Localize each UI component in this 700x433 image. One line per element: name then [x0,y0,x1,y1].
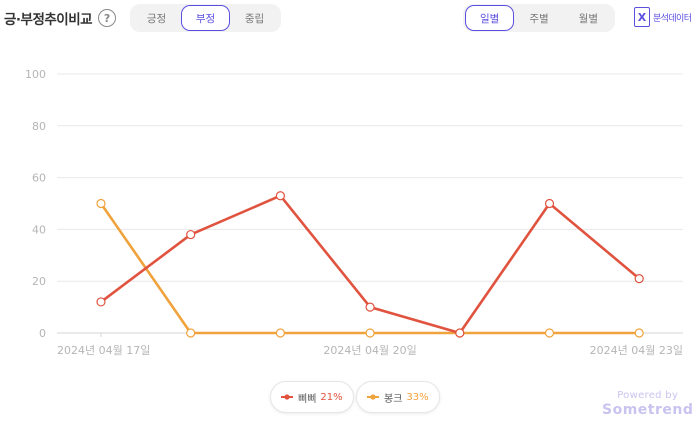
data-point-series-1 [186,229,196,240]
data-point-series-2 [634,328,644,338]
x-tick-label: 2024년 04월 17일 [57,343,150,357]
series-line-1 [100,194,641,335]
legend-percent-series-2: 33% [406,391,429,403]
sometrend-branding: Powered by Sometrend [602,390,693,418]
powered-by-label: Powered by [617,390,679,401]
data-point-series-2 [275,328,285,338]
x-tick-label: 2024년 04월 23일 [590,343,683,357]
legend-item-series-2[interactable]: 봉크 33% [356,381,440,413]
brand-logo-text: Sometrend [602,402,694,418]
data-point-series-2 [544,328,555,338]
y-tick-label: 60 [32,172,46,185]
data-point-series-1 [96,297,106,307]
data-point-series-2 [186,328,196,338]
data-point-series-1 [455,328,465,338]
x-tick-label: 2024년 04월 20일 [323,343,416,357]
y-tick-label: 100 [25,68,46,81]
legend-percent-series-1: 21% [320,391,343,403]
y-tick-label: 0 [39,327,46,340]
data-point-series-2 [96,198,106,209]
y-tick-label: 40 [32,223,46,236]
y-tick-label: 80 [32,120,46,133]
legend-label-series-1: 삐삐 [298,393,317,405]
legend-item-series-1[interactable]: 삐삐 21% [270,381,354,413]
data-point-series-1 [275,191,285,201]
legend-swatch-series-2 [367,394,379,400]
line-chart: 0 20 40 60 80 100 2024년 04월 17일 2024년 04월 20일 20… [25,68,683,357]
data-point-series-2 [365,328,375,338]
legend-label-series-2: 봉크 [384,393,403,405]
legend-swatch-series-1 [281,394,293,400]
data-point-series-1 [544,198,555,209]
series-line-2 [99,202,640,335]
y-tick-label: 20 [32,275,46,288]
data-point-series-1 [365,302,375,312]
data-point-series-1 [634,274,644,284]
